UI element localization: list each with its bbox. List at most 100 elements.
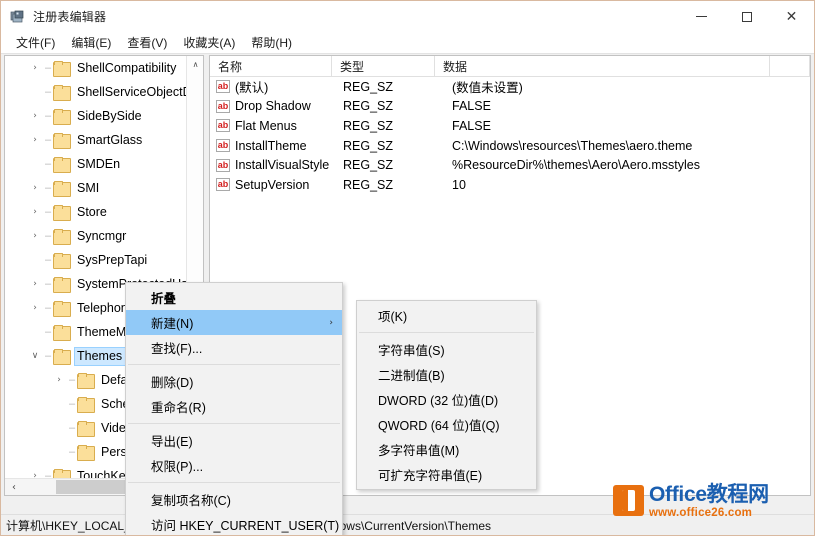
window-controls: ✕ [679,1,814,32]
menu-option-label: 新建(N) [151,317,194,331]
menu-option-label: 重命名(R) [151,401,206,415]
menu-item-1[interactable]: 编辑(E) [63,32,119,54]
tree-leaf-marker: · [27,152,43,176]
tree-item[interactable]: › – ShellCompatibility [5,56,186,80]
menu-option[interactable]: 二进制值(B) [357,362,536,387]
menu-option[interactable]: 复制项名称(C) [126,487,342,512]
tree-connector: – [68,446,76,458]
column-header-name[interactable]: 名称 [210,56,332,76]
tree-item[interactable]: › – SideBySide [5,104,186,128]
menu-item-3[interactable]: 收藏夹(A) [175,32,243,54]
tree-connector: – [44,230,52,242]
value-data: C:\Windows\resources\Themes\aero.theme [452,138,693,153]
menu-item-0[interactable]: 文件(F) [8,32,63,54]
tree-leaf-marker: · [51,392,67,416]
menu-option[interactable]: 项(K) [357,303,536,328]
tree-item-label: Themes [73,346,127,366]
value-row[interactable]: ab Flat Menus REG_SZ FALSE [210,116,810,136]
tree-item[interactable]: › – SMI [5,176,186,200]
tree-item[interactable]: › – SmartGlass [5,128,186,152]
chevron-right-icon[interactable]: › [27,176,43,200]
folder-icon [53,132,71,149]
tree-connector: – [44,182,52,194]
chevron-right-icon[interactable]: › [27,128,43,152]
tree-connector: – [44,86,52,98]
column-header-type[interactable]: 类型 [332,56,435,76]
tree-item[interactable]: › – Syncmgr [5,224,186,248]
menu-option[interactable]: 查找(F)... [126,335,342,360]
chevron-down-icon[interactable]: ∨ [27,344,43,368]
menu-option-label: 删除(D) [151,376,194,390]
value-row[interactable]: ab SetupVersion REG_SZ 10 [210,175,810,195]
folder-icon [77,372,95,389]
submenu-arrow-icon: › [329,317,333,328]
column-header-data[interactable]: 数据 [435,56,770,76]
scroll-up-icon[interactable]: ∧ [187,56,203,73]
menu-option[interactable]: 访问 HKEY_CURRENT_USER(T) [126,512,342,535]
chevron-right-icon[interactable]: › [51,368,67,392]
menu-option-label: 权限(P)... [151,460,204,474]
folder-icon [53,348,71,365]
close-icon: ✕ [785,8,798,25]
value-name: Flat Menus [235,118,297,133]
chevron-right-icon[interactable]: › [27,56,43,80]
menu-separator [359,332,534,333]
folder-icon [53,228,71,245]
value-data: (数值未设置) [452,81,523,96]
folder-icon [53,108,71,125]
menu-option-label: 二进制值(B) [378,369,445,383]
menu-option[interactable]: 权限(P)... [126,453,342,478]
value-name: SetupVersion [235,177,310,192]
menu-option[interactable]: QWORD (64 位)值(Q) [357,412,536,437]
tree-connector: – [44,254,52,266]
chevron-right-icon[interactable]: › [27,104,43,128]
tree-item[interactable]: ·– ShellServiceObjectDela [5,80,186,104]
tree-item-label: SideBySide [77,108,142,123]
menu-item-4[interactable]: 帮助(H) [243,32,300,54]
menu-option[interactable]: 新建(N) › [126,310,342,335]
menu-option-label: 访问 HKEY_CURRENT_USER(T) [151,519,340,533]
chevron-right-icon[interactable]: › [27,200,43,224]
menu-item-2[interactable]: 查看(V) [119,32,175,54]
tree-item[interactable]: ·– SysPrepTapi [5,248,186,272]
chevron-right-icon[interactable]: › [27,224,43,248]
column-header-filler [770,56,810,76]
minimize-button[interactable] [679,1,724,32]
string-value-icon: ab [216,158,230,172]
value-row[interactable]: ab InstallTheme REG_SZ C:\Windows\resources… [210,136,810,156]
value-row[interactable]: ab (默认) REG_SZ (数值未设置) [210,77,810,97]
menu-option[interactable]: 折叠 [126,285,342,310]
value-name: InstallTheme [235,138,307,153]
tree-connector: – [44,278,52,290]
folder-icon [53,276,71,293]
menu-option[interactable]: DWORD (32 位)值(D) [357,387,536,412]
folder-icon [53,252,71,269]
tree-item[interactable]: ·– SMDEn [5,152,186,176]
tree-connector: – [44,62,52,74]
menu-separator [128,482,340,483]
registry-editor-window: 注册表编辑器 ✕ 文件(F) 编辑(E) 查看(V) 收藏夹(A) 帮助(H) › – Sh… [0,0,815,536]
menu-option-label: 字符串值(S) [378,344,445,358]
menu-option-label: 折叠 [151,292,177,306]
menu-option[interactable]: 字符串值(S) [357,337,536,362]
registry-editor-icon [10,9,26,25]
tree-item[interactable]: › – Store [5,200,186,224]
scroll-left-icon[interactable]: ‹ [5,479,23,496]
watermark-brand: Office教程网 [649,483,769,507]
value-row[interactable]: ab Drop Shadow REG_SZ FALSE [210,97,810,117]
menu-option[interactable]: 导出(E) [126,428,342,453]
maximize-button[interactable] [724,1,769,32]
menu-option[interactable]: 多字符串值(M) [357,437,536,462]
value-row[interactable]: ab InstallVisualStyle REG_SZ %ResourceDir%\… [210,155,810,175]
menu-option[interactable]: 删除(D) [126,369,342,394]
folder-icon [77,396,95,413]
watermark: Office教程网 www.office26.com [613,483,813,529]
menu-option[interactable]: 重命名(R) [126,394,342,419]
chevron-right-icon[interactable]: › [27,272,43,296]
chevron-right-icon[interactable]: › [27,296,43,320]
menu-option[interactable]: 可扩充字符串值(E) [357,462,536,487]
tree-connector: – [44,350,52,362]
value-name: InstallVisualStyle [235,158,330,173]
close-button[interactable]: ✕ [769,1,814,32]
value-type: REG_SZ [343,118,394,133]
